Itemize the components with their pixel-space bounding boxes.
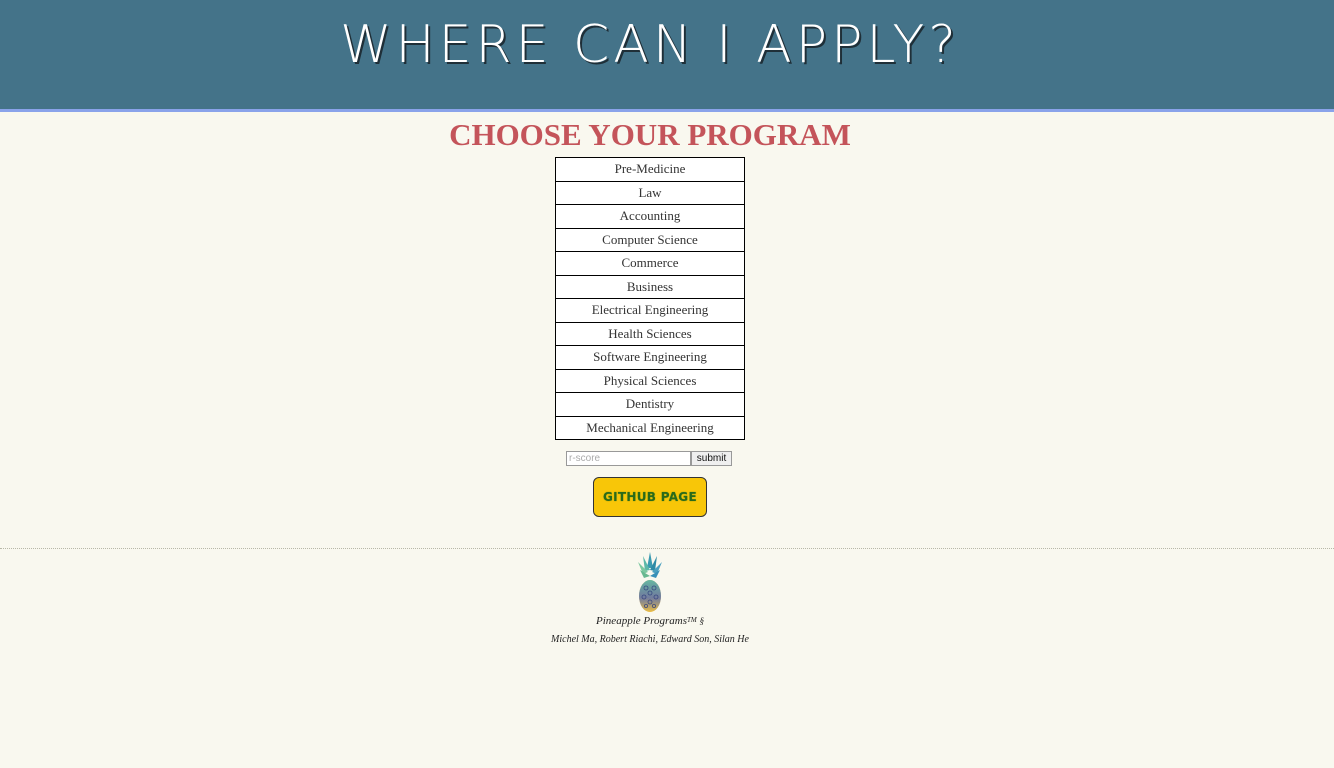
site-title: WHERE CAN I APPLY? xyxy=(340,15,960,75)
brand-name: Pineapple Programs xyxy=(596,615,687,627)
program-list: Pre-Medicine Law Accounting Computer Sci… xyxy=(555,157,745,440)
program-item-electrical-engineering[interactable]: Electrical Engineering xyxy=(555,298,745,323)
program-item-health-sciences[interactable]: Health Sciences xyxy=(555,321,745,346)
program-item-dentistry[interactable]: Dentistry xyxy=(555,392,745,417)
program-item-pre-medicine[interactable]: Pre-Medicine xyxy=(555,157,745,182)
program-item-mechanical-engineering[interactable]: Mechanical Engineering xyxy=(555,415,745,440)
page-header: WHERE CAN I APPLY? xyxy=(0,0,1334,112)
program-item-law[interactable]: Law xyxy=(555,180,745,205)
score-form: submit xyxy=(566,451,732,466)
section-title: CHOOSE YOUR PROGRAM xyxy=(449,117,851,152)
section-symbol: § xyxy=(699,616,704,626)
r-score-input[interactable] xyxy=(566,451,691,466)
trademark: TM xyxy=(686,616,697,624)
program-item-physical-sciences[interactable]: Physical Sciences xyxy=(555,368,745,393)
program-item-commerce[interactable]: Commerce xyxy=(555,251,745,276)
brand-line: Pineapple ProgramsTM § xyxy=(0,613,1300,628)
program-item-computer-science[interactable]: Computer Science xyxy=(555,227,745,252)
pineapple-icon xyxy=(638,552,662,612)
footer-divider xyxy=(0,548,1334,549)
authors-credit: Michel Ma, Robert Riachi, Edward Son, Si… xyxy=(551,634,749,645)
program-item-accounting[interactable]: Accounting xyxy=(555,204,745,229)
program-item-software-engineering[interactable]: Software Engineering xyxy=(555,345,745,370)
submit-button[interactable]: submit xyxy=(691,451,732,466)
github-page-button[interactable]: GITHUB PAGE xyxy=(593,477,707,517)
program-item-business[interactable]: Business xyxy=(555,274,745,299)
